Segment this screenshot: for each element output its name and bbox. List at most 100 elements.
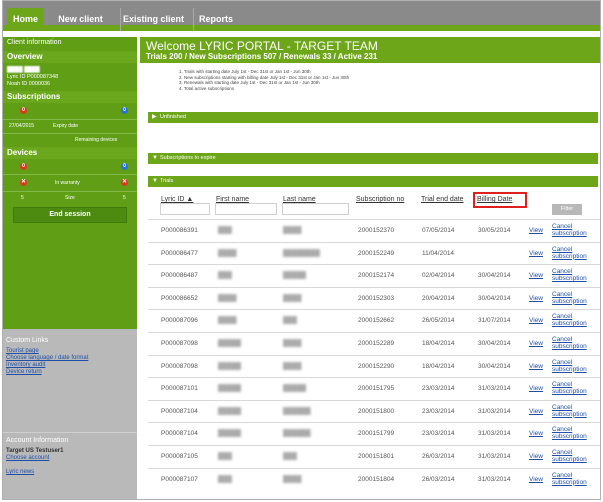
chevron-down-icon: ▼ (152, 155, 158, 161)
view-link[interactable]: View (529, 453, 543, 460)
lyric-news-link[interactable]: Lyric news (6, 469, 34, 475)
table-cell: 2000152290 (358, 362, 395, 370)
tab-home[interactable]: Home (7, 8, 44, 31)
cancel-subscription-link[interactable]: Cancel subscription (552, 268, 598, 282)
view-link[interactable]: View (529, 272, 543, 279)
table-cell: █████ (283, 272, 307, 280)
account-user: Target US Testuser1 (6, 448, 64, 454)
filter-button[interactable]: Filter (552, 204, 582, 215)
page-title: Welcome LYRIC PORTAL - TARGET TEAM (146, 39, 378, 53)
filter-first-name-input[interactable] (215, 203, 277, 215)
column-lyric-id[interactable]: Lyric ID ▲ (161, 196, 193, 203)
view-link[interactable]: View (529, 385, 543, 392)
filter-lyric-id-input[interactable] (160, 203, 210, 215)
end-session-button[interactable]: End session (13, 207, 127, 223)
cancel-subscription-link[interactable]: Cancel subscription (552, 426, 598, 440)
table-cell: ████ (283, 362, 302, 370)
column-trial-end-date[interactable]: Trial end date (421, 196, 464, 203)
view-link[interactable]: View (529, 408, 543, 415)
view-link[interactable]: View (529, 250, 543, 257)
table-cell: 31/03/2014 (478, 453, 511, 460)
view-link[interactable]: View (529, 317, 543, 324)
table-cell: ███ (218, 475, 232, 483)
table-cell: 2000151795 (358, 385, 395, 393)
table-cell: █████ (218, 385, 242, 393)
table-cell: █████ (218, 362, 242, 370)
filter-last-name-input[interactable] (282, 203, 349, 215)
welcome-stats: Trials 200 / New Subscriptions 507 / Ren… (146, 52, 378, 61)
note-item: 4. Total active subscriptions (179, 85, 234, 91)
view-link[interactable]: View (529, 363, 543, 370)
expiry-date-value: 27/04/2015 (9, 123, 35, 129)
table-cell: 18/04/2014 (422, 340, 455, 347)
cancel-subscription-link[interactable]: Cancel subscription (552, 472, 598, 486)
warranty-red-icon-right: ✕ (121, 179, 128, 186)
table-cell: P000087104 (161, 407, 198, 415)
view-link[interactable]: View (529, 227, 543, 234)
table-cell: P000086487 (161, 272, 198, 280)
table-cell: 30/04/2014 (478, 340, 511, 347)
table-cell: 2000151804 (358, 475, 395, 483)
tab-reports[interactable]: Reports (193, 8, 238, 31)
portal-window: Home New client Existing client Reports … (2, 0, 601, 500)
section-unfinished[interactable]: ▶ Unfinished (148, 112, 598, 123)
notes-list: 1. Trials with starting date July 1st - … (179, 69, 349, 91)
link-device-return[interactable]: Device return (6, 369, 42, 375)
table-cell: 02/04/2014 (422, 272, 455, 280)
column-subscription-no[interactable]: Subscription no (356, 196, 404, 203)
link-inventory-audit[interactable]: Inventory audit (6, 362, 45, 368)
cancel-subscription-link[interactable]: Cancel subscription (552, 223, 598, 237)
link-choose-language[interactable]: Choose language / date format (6, 355, 88, 361)
custom-links-label: Custom Links (6, 337, 49, 344)
divider (3, 133, 137, 134)
table-cell: 30/04/2014 (478, 362, 511, 370)
cancel-subscription-link[interactable]: Cancel subscription (552, 336, 598, 350)
link-tourist-page[interactable]: Tourist page (6, 348, 39, 354)
section-trials[interactable]: ▼ Trials (148, 176, 598, 187)
cancel-subscription-link[interactable]: Cancel subscription (552, 381, 598, 395)
view-link[interactable]: View (529, 430, 543, 437)
table-cell: 2000152370 (358, 227, 395, 234)
devices-red-badge: 0 (20, 163, 27, 170)
column-first-name[interactable]: First name (216, 196, 249, 203)
table-cell: 2000152289 (358, 340, 395, 347)
view-link[interactable]: View (529, 295, 543, 302)
cancel-subscription-link[interactable]: Cancel subscription (552, 449, 598, 463)
column-last-name[interactable]: Last name (283, 196, 316, 203)
table-row: P000087105 ███ ███ 2000151801 26/03/2014 31/0… (148, 445, 600, 467)
table-cell: P000087104 (161, 430, 198, 438)
view-link[interactable]: View (529, 340, 543, 347)
table-cell: 2000152303 (358, 294, 395, 302)
section-subscriptions-expire[interactable]: ▼ Subscriptions to expire (148, 153, 598, 164)
cancel-subscription-link[interactable]: Cancel subscription (552, 313, 598, 327)
choose-account-link[interactable]: Choose account (6, 455, 49, 461)
tab-new-client[interactable]: New client (53, 8, 108, 31)
cancel-subscription-link[interactable]: Cancel subscription (552, 291, 598, 305)
table-cell: P000087107 (161, 475, 198, 483)
table-row: P000086391 ███ ████ 2000152370 07/05/2014 30/… (148, 219, 600, 241)
table-cell: 26/05/2014 (422, 317, 455, 325)
in-warranty-label: In warranty (55, 180, 80, 186)
tab-existing-client[interactable]: Existing client (120, 8, 186, 31)
table-cell: 2000151800 (358, 407, 395, 415)
noah-id-text: Noah ID 0000036 (7, 81, 51, 87)
cancel-subscription-link[interactable]: Cancel subscription (552, 246, 598, 260)
client-name: ████ ████ (7, 67, 40, 73)
table-cell: ███ (218, 453, 232, 460)
divider (3, 191, 137, 192)
table-cell: 07/05/2014 (422, 227, 455, 234)
expiry-date-label: Expiry date (53, 123, 79, 129)
table-cell: 30/05/2014 (478, 227, 511, 234)
table-cell: █████ (218, 340, 242, 347)
table-row: P000087104 █████ ██████ 2000151800 23/03/201… (148, 399, 600, 422)
table-cell: ████ (283, 227, 302, 234)
table-cell: ████ (283, 475, 302, 483)
cancel-subscription-link[interactable]: Cancel subscription (552, 404, 598, 418)
table-cell: 23/03/2014 (422, 430, 455, 438)
table-cell: 30/04/2014 (478, 272, 511, 280)
cancel-subscription-link[interactable]: Cancel subscription (552, 359, 598, 373)
view-link[interactable]: View (529, 476, 543, 483)
divider (3, 432, 137, 433)
table-cell: 23/03/2014 (422, 407, 455, 415)
table-row: P000087098 █████ ████ 2000152290 18/04/2014 3… (148, 354, 600, 377)
